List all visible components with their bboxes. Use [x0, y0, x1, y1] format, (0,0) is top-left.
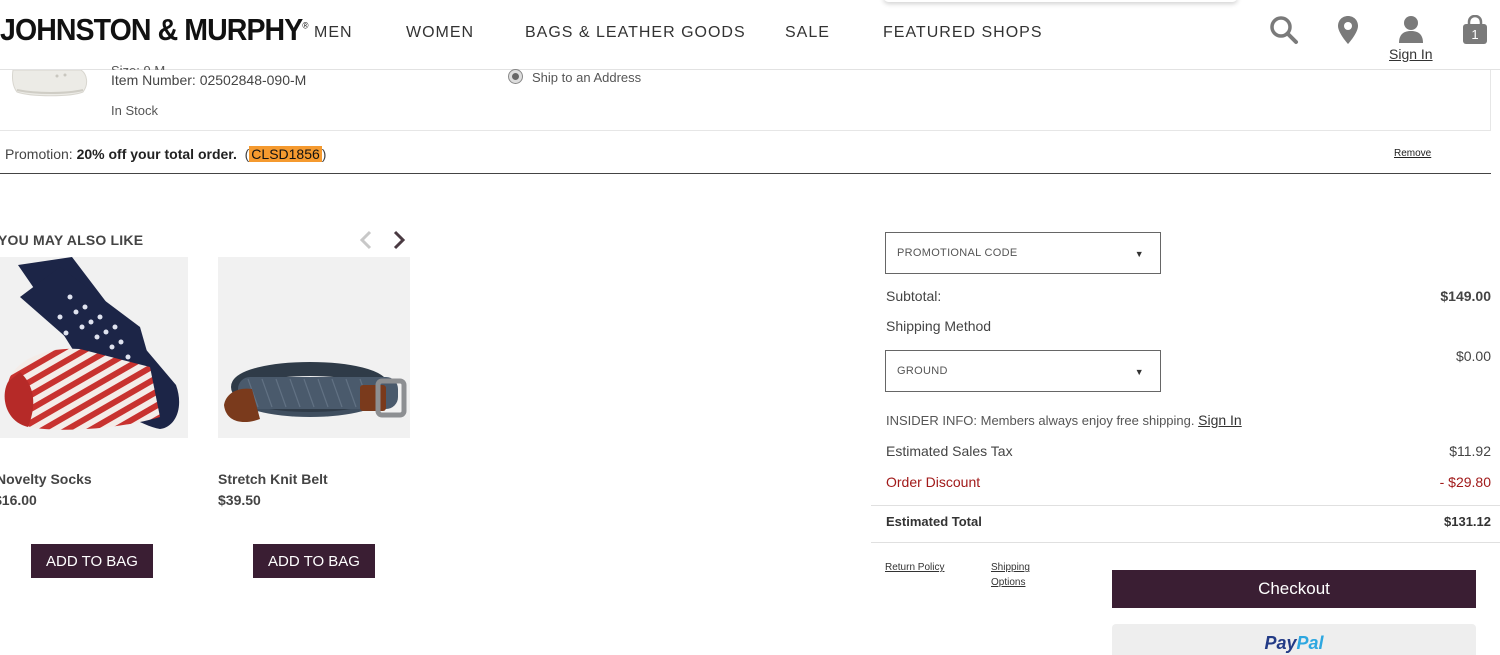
product-name[interactable]: Novelty Socks	[0, 471, 92, 487]
user-icon[interactable]	[1398, 15, 1424, 48]
product-name[interactable]: Stretch Knit Belt	[218, 471, 328, 487]
shipping-options-link-line1: Shipping	[991, 562, 1030, 573]
promotion-line: Promotion: 20% off your total order. (CL…	[5, 146, 327, 162]
shipping-method-label: Shipping Method	[886, 318, 992, 334]
ship-to-address-label[interactable]: Ship to an Address	[532, 70, 641, 85]
product-price: $39.50	[218, 492, 261, 508]
estimated-total-value: $131.12	[1444, 514, 1491, 529]
product-image-novelty-socks[interactable]	[0, 257, 188, 438]
cart-item-size: Size: 9 M	[111, 63, 165, 70]
cart-item-divider	[0, 130, 1490, 131]
shopping-bag-icon[interactable]: 1	[1462, 14, 1488, 50]
paypal-logo-pal: Pal	[1296, 632, 1324, 653]
carousel-next-icon[interactable]	[391, 229, 407, 257]
nav-featured-shops[interactable]: FEATURED SHOPS	[883, 24, 1043, 42]
sales-tax-label: Estimated Sales Tax	[886, 443, 1013, 459]
insider-info: INSIDER INFO: Members always enjoy free …	[886, 412, 1242, 428]
product-image-stretch-knit-belt[interactable]	[218, 257, 410, 438]
location-pin-icon[interactable]	[1337, 15, 1359, 50]
site-header: JOHNSTON & MURPHY® MEN WOMEN BAGS & LEAT…	[0, 0, 1500, 70]
shipping-method-select-value: GROUND	[897, 365, 948, 377]
carousel-prev-icon[interactable]	[358, 229, 374, 257]
promotional-code-select[interactable]: PROMOTIONAL CODE ▼	[885, 232, 1161, 274]
promotional-code-select-value: PROMOTIONAL CODE	[897, 247, 1018, 259]
nav-men[interactable]: MEN	[314, 24, 353, 42]
summary-divider	[871, 505, 1500, 506]
dropdown-panel-edge	[883, 0, 1238, 2]
bag-count-badge: 1	[1471, 27, 1478, 42]
promotion-text: 20% off your total order.	[76, 146, 237, 162]
promotion-label: Promotion:	[5, 146, 73, 162]
return-policy-link[interactable]: Return Policy	[885, 560, 944, 575]
cart-item-number: Item Number: 02502848-090-M	[111, 72, 307, 88]
shipping-value: $0.00	[1455, 348, 1491, 364]
promotion-code: CLSD1856	[249, 146, 322, 162]
paypal-button[interactable]: Pay Pal	[1112, 624, 1476, 655]
insider-info-text: INSIDER INFO: Members always enjoy free …	[886, 413, 1195, 428]
nav-sale[interactable]: SALE	[785, 24, 830, 42]
add-to-bag-button[interactable]: ADD TO BAG	[253, 544, 375, 578]
recommendations-title: YOU MAY ALSO LIKE	[0, 232, 144, 248]
insider-sign-in-link[interactable]: Sign In	[1198, 412, 1242, 428]
add-to-bag-button[interactable]: ADD TO BAG	[31, 544, 153, 578]
subtotal-label: Subtotal:	[886, 288, 942, 304]
checkout-button[interactable]: Checkout	[1112, 570, 1476, 608]
order-discount-value: - $29.80	[1439, 474, 1491, 490]
product-price: $16.00	[0, 492, 37, 508]
cart-item-image[interactable]	[11, 70, 91, 98]
subtotal-value: $149.00	[1440, 288, 1491, 304]
chevron-down-icon: ▼	[1134, 249, 1144, 259]
promotion-divider	[0, 173, 1491, 174]
sales-tax-value: $11.92	[1449, 443, 1491, 459]
ship-to-address-radio[interactable]	[508, 69, 523, 84]
cart-item-border	[1490, 70, 1491, 131]
paypal-logo-pay: Pay	[1264, 632, 1297, 653]
cart-item-stock-status: In Stock	[111, 103, 158, 118]
estimated-total-label: Estimated Total	[886, 514, 982, 529]
brand-logo[interactable]: JOHNSTON & MURPHY®	[0, 12, 308, 48]
chevron-down-icon: ▼	[1134, 367, 1144, 377]
nav-women[interactable]: WOMEN	[406, 24, 474, 42]
nav-bags-leather-goods[interactable]: BAGS & LEATHER GOODS	[525, 24, 746, 42]
remove-promotion-link[interactable]: Remove	[1394, 148, 1431, 159]
order-discount-label: Order Discount	[886, 474, 981, 490]
search-icon[interactable]	[1269, 15, 1299, 50]
header-sign-in-link[interactable]: Sign In	[1389, 46, 1433, 62]
shipping-method-select[interactable]: GROUND ▼	[885, 350, 1161, 392]
summary-divider	[871, 542, 1500, 543]
shipping-options-link-line2: Options	[991, 577, 1026, 588]
shipping-options-link[interactable]: Shipping Options	[991, 560, 1030, 590]
